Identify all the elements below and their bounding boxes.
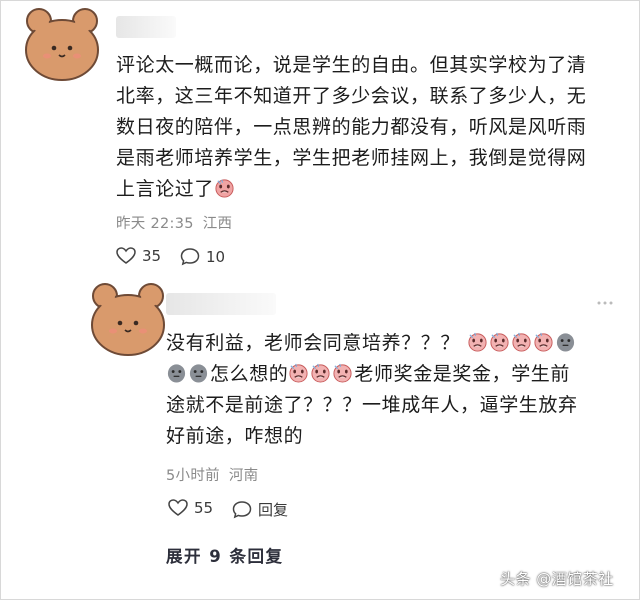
comment-line: 数日夜的陪伴，一点思辨的能力都没有，听风是风听雨 <box>116 116 587 138</box>
crying-emoji-icon <box>333 363 352 383</box>
comment-bubble-icon <box>232 501 252 519</box>
heart-icon <box>116 247 136 264</box>
comment-text: 评论太一概而论，说是学生的自由。但其实学校为了清 北率，这三年不知道开了多少会议… <box>116 50 626 205</box>
reply-time: 5小时前 <box>166 468 220 484</box>
reply-label: 回复 <box>258 501 289 519</box>
comment-line: 是雨老师培养学生，学生把老师挂网上，我倒是觉得网 <box>116 147 587 169</box>
gray-face-emoji-icon <box>189 364 208 383</box>
username-blurred[interactable] <box>166 293 276 315</box>
crying-emoji-icon <box>512 332 531 352</box>
reply-count-button[interactable]: 10 <box>180 247 225 266</box>
heart-icon <box>168 499 188 516</box>
avatar[interactable] <box>22 8 102 82</box>
like-count: 55 <box>194 499 214 517</box>
reply-location: 河南 <box>228 468 259 484</box>
crying-emoji-icon <box>215 179 234 198</box>
reply-button[interactable]: 回复 <box>232 499 288 520</box>
reply-meta: 5小时前 河南 <box>166 464 258 485</box>
crying-emoji-icon <box>468 332 487 352</box>
reply-line: 怎么想的 老师奖金是奖金，学生前 <box>166 359 616 390</box>
expand-replies-link[interactable]: 展开 9 条回复 <box>166 543 283 567</box>
like-button[interactable]: 35 <box>116 247 161 265</box>
comment-location: 江西 <box>202 216 233 232</box>
like-button[interactable]: 55 <box>168 499 213 517</box>
crying-emoji-icon <box>534 332 553 352</box>
like-count: 35 <box>142 247 162 265</box>
reply-text: 没有利益，老师会同意培养？？？ 怎么想的 老师奖金是奖金，学生前 途就不是前途了？… <box>166 328 616 452</box>
watermark: 头条 @酒馆茶社 <box>500 570 614 588</box>
comment-time: 昨天 22:35 <box>116 216 194 232</box>
crying-emoji-icon <box>289 363 308 383</box>
more-options-icon[interactable] <box>596 294 614 312</box>
comment-line: 上言论过了 <box>116 174 626 205</box>
gray-face-emoji-icon <box>556 333 574 352</box>
gray-face-emoji-icon <box>167 364 186 383</box>
comment-line: 评论太一概而论，说是学生的自由。但其实学校为了清 <box>116 54 587 76</box>
comment-line: 北率，这三年不知道开了多少会议，联系了多少人，无 <box>116 85 587 107</box>
emoji-row <box>467 332 577 354</box>
username-blurred[interactable] <box>116 16 176 38</box>
comment-bubble-icon <box>180 248 200 266</box>
crying-emoji-icon <box>490 332 509 352</box>
reply-line: 好前途，咋想的 <box>166 425 304 447</box>
crying-emoji-icon <box>311 363 330 383</box>
reply-line: 途就不是前途了？？？一堆成年人，逼学生放弃 <box>166 394 578 416</box>
avatar[interactable] <box>88 283 168 357</box>
reply-line: 没有利益，老师会同意培养？？？ <box>166 328 616 359</box>
comment-count: 10 <box>206 247 226 266</box>
comment-meta: 昨天 22:35 江西 <box>116 212 232 233</box>
